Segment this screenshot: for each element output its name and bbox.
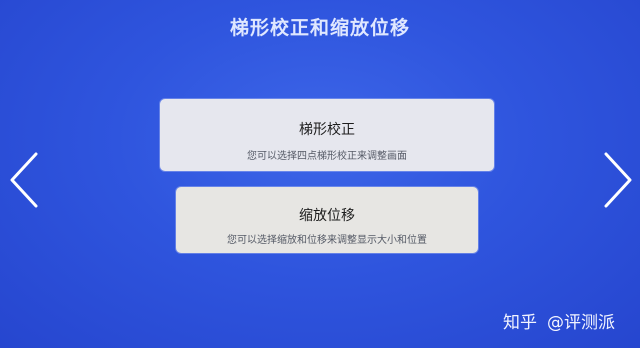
nav-left-button[interactable]	[4, 150, 44, 210]
watermark-handle: @评测派	[547, 313, 615, 333]
nav-right-button[interactable]	[598, 150, 638, 210]
watermark-brand: 知乎	[503, 313, 537, 333]
page-title: 梯形校正和缩放位移	[229, 17, 410, 39]
option-description: 您可以选择缩放和位移来调整显示大小和位置	[227, 235, 427, 246]
option-title: 梯形校正	[299, 122, 355, 138]
watermark: 知乎 @评测派	[503, 308, 615, 333]
keystone-correction-option[interactable]: 梯形校正 您可以选择四点梯形校正来调整画面	[160, 99, 494, 171]
chevron-right-icon	[604, 152, 632, 208]
option-description: 您可以选择四点梯形校正来调整画面	[247, 151, 407, 162]
chevron-left-icon	[10, 152, 38, 208]
zoom-shift-option[interactable]: 缩放位移 您可以选择缩放和位移来调整显示大小和位置	[176, 187, 478, 253]
option-title: 缩放位移	[299, 208, 355, 224]
